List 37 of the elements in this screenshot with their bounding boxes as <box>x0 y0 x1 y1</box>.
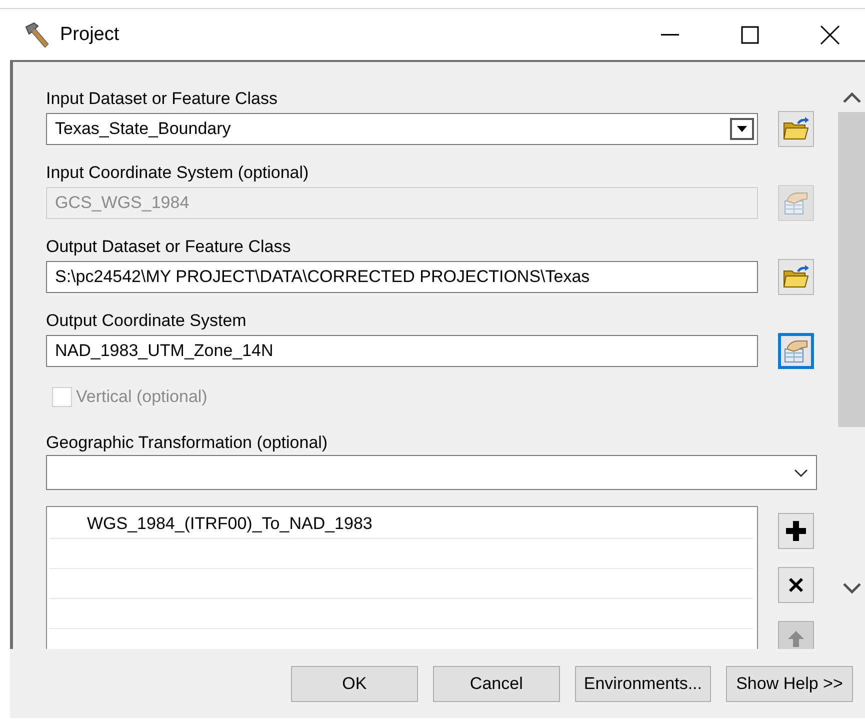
scroll-up-icon <box>842 92 862 104</box>
remove-button[interactable] <box>778 567 814 603</box>
window-title: Project <box>60 24 120 46</box>
up-arrow-icon <box>787 630 805 648</box>
coordinate-system-button[interactable] <box>778 333 814 369</box>
triangle-down-icon <box>737 126 747 132</box>
text-field[interactable]: S:\pc24542\MY PROJECT\DATA\CORRECTED PROJECTIONS\Texas <box>46 261 758 293</box>
text-field[interactable]: NAD_1983_UTM_Zone_14N <box>46 335 758 367</box>
chevron-down-icon <box>794 468 808 476</box>
browse-button[interactable] <box>778 259 814 295</box>
list-item[interactable]: WGS_1984_(ITRF00)_To_NAD_1983 <box>49 514 372 534</box>
dropdown-button[interactable] <box>730 118 754 140</box>
field-label: Output Coordinate System <box>46 311 248 331</box>
folder-icon <box>783 265 809 289</box>
dialog-button[interactable]: Cancel <box>432 666 560 702</box>
checkbox-label: Vertical (optional) <box>76 387 208 407</box>
hand-table-icon <box>783 339 809 363</box>
dialog-button[interactable]: Environments... <box>574 666 711 702</box>
dialog-button[interactable]: Show Help >> <box>726 666 853 702</box>
field-label: Input Dataset or Feature Class <box>46 89 279 109</box>
dataset-combo-box[interactable]: Texas_State_Boundary <box>46 113 758 145</box>
folder-icon <box>783 117 809 141</box>
close-icon <box>788 577 804 593</box>
minimize-icon <box>661 34 679 36</box>
scroll-down-icon <box>842 582 862 594</box>
close-icon <box>820 24 840 44</box>
browse-button[interactable] <box>778 111 814 147</box>
field-label: Geographic Transformation (optional) <box>46 433 329 453</box>
plus-icon <box>785 520 807 542</box>
hand-table-icon <box>783 191 809 215</box>
dialog-button[interactable]: OK <box>290 666 418 702</box>
field-label: Output Dataset or Feature Class <box>46 237 292 257</box>
transformation-dropdown[interactable] <box>46 455 817 490</box>
maximize-icon <box>741 26 759 44</box>
scrollbar-thumb[interactable] <box>838 112 865 427</box>
add-button[interactable] <box>778 513 814 549</box>
field-label: Input Coordinate System (optional) <box>46 163 310 183</box>
